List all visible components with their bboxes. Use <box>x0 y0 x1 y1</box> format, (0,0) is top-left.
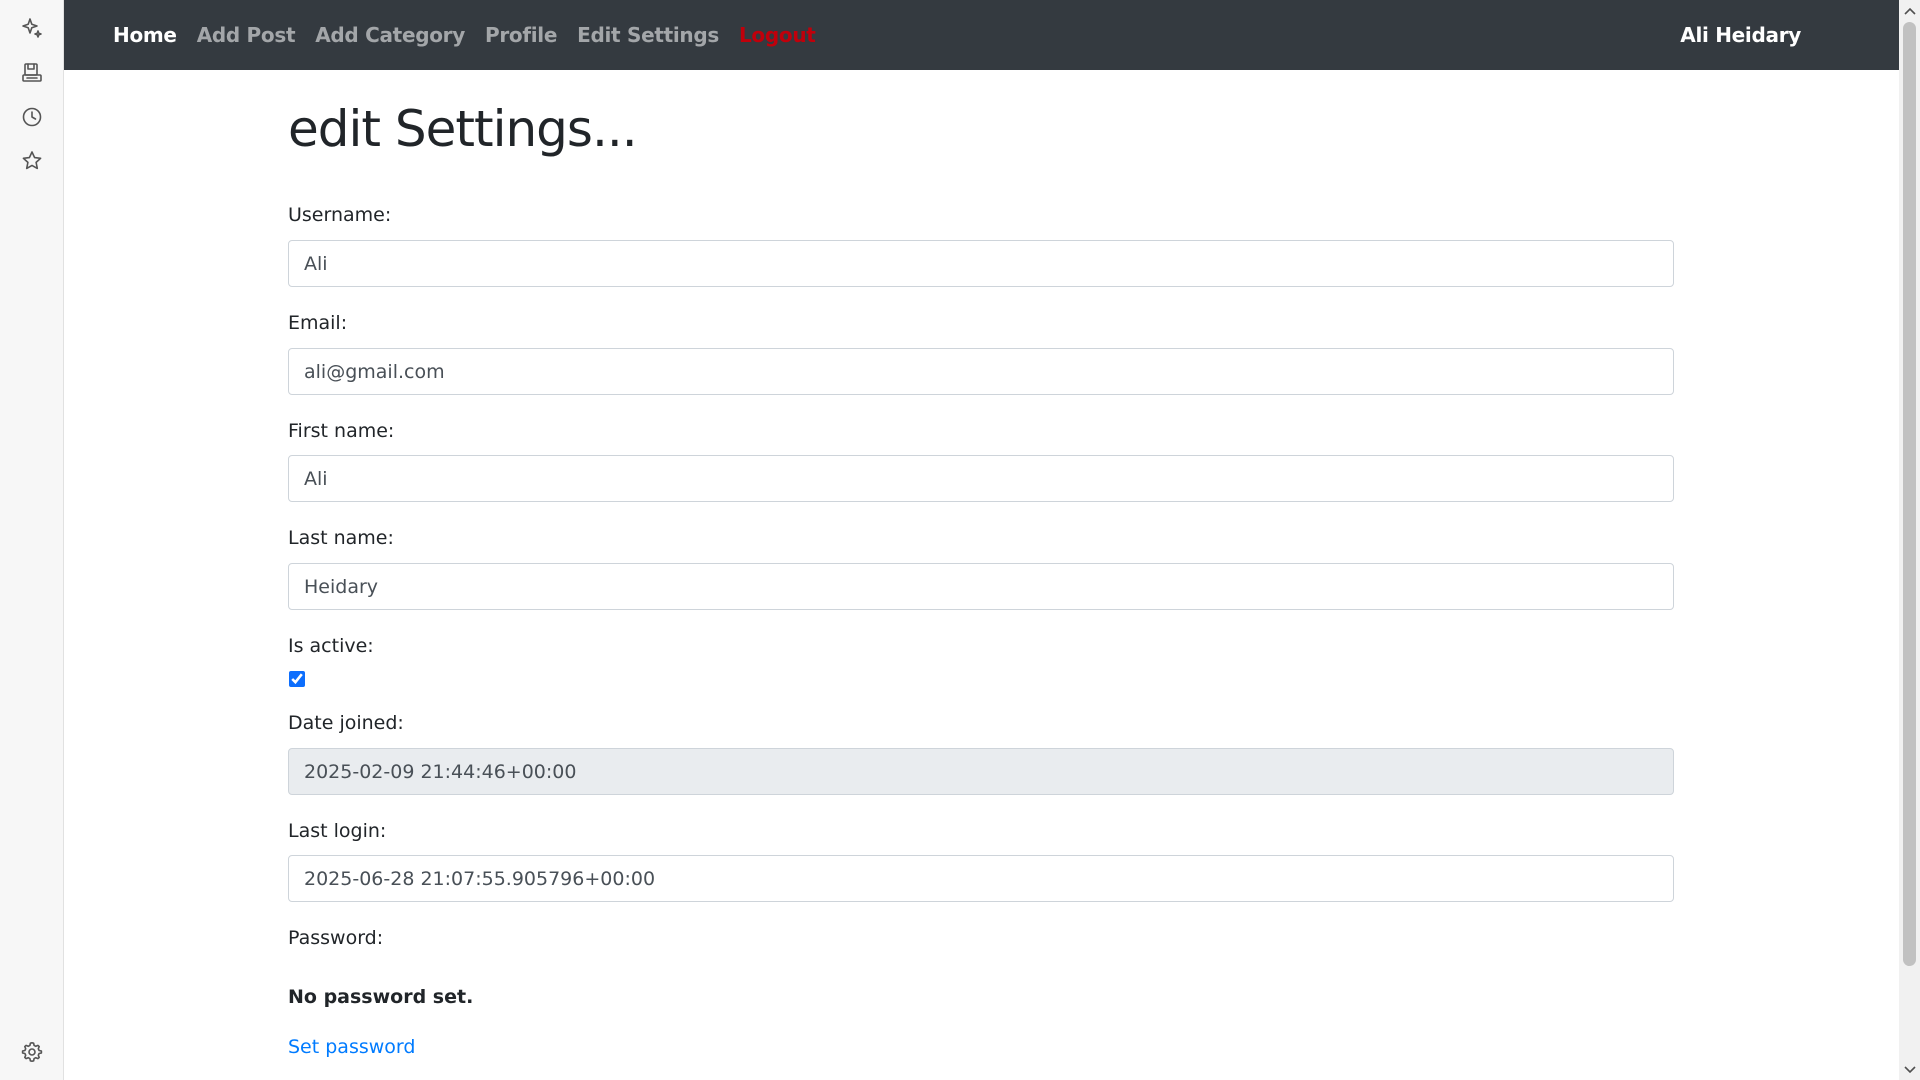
scroll-down-arrow-icon[interactable] <box>1899 1061 1920 1078</box>
nav-links: Home Add Post Add Category Profile Edit … <box>113 0 836 70</box>
nav-home-link[interactable]: Home <box>113 23 177 47</box>
email-label: Email: <box>288 312 348 334</box>
last-name-label: Last name: <box>288 527 394 549</box>
sparkle-icon[interactable] <box>19 15 45 41</box>
password-status-text: No password set. <box>288 986 474 1008</box>
nav-add-post-link[interactable]: Add Post <box>197 23 296 47</box>
scroll-up-arrow-icon[interactable] <box>1899 2 1920 19</box>
email-input[interactable] <box>288 348 1674 395</box>
first-name-input[interactable] <box>288 455 1674 502</box>
nav-add-category-link[interactable]: Add Category <box>315 23 465 47</box>
nav-profile-link[interactable]: Profile <box>485 23 557 47</box>
set-password-link[interactable]: Set password <box>288 1036 415 1058</box>
password-label: Password: <box>288 927 384 949</box>
date-joined-input <box>288 748 1674 795</box>
nav-edit-settings-link[interactable]: Edit Settings <box>577 23 719 47</box>
history-icon[interactable] <box>19 104 45 130</box>
nav-logout-link[interactable]: Logout <box>739 23 816 47</box>
scroll-thumb[interactable] <box>1903 22 1916 966</box>
last-login-label: Last login: <box>288 820 387 842</box>
username-label: Username: <box>288 204 392 226</box>
media-icon[interactable] <box>19 60 45 86</box>
last-name-input[interactable] <box>288 563 1674 610</box>
is-active-label: Is active: <box>288 635 374 657</box>
date-joined-label: Date joined: <box>288 712 404 734</box>
first-name-label: First name: <box>288 420 395 442</box>
username-input[interactable] <box>288 240 1674 287</box>
nav-username[interactable]: Ali Heidary <box>1680 0 1801 70</box>
page-title: edit Settings... <box>288 100 638 158</box>
browser-side-panel <box>0 0 64 1080</box>
is-active-checkbox[interactable] <box>289 671 305 687</box>
page-scrollbar[interactable] <box>1899 0 1920 1080</box>
last-login-input[interactable] <box>288 855 1674 902</box>
top-navbar: Home Add Post Add Category Profile Edit … <box>64 0 1899 70</box>
settings-gear-icon[interactable] <box>19 1039 45 1065</box>
favorites-star-icon[interactable] <box>19 148 45 174</box>
